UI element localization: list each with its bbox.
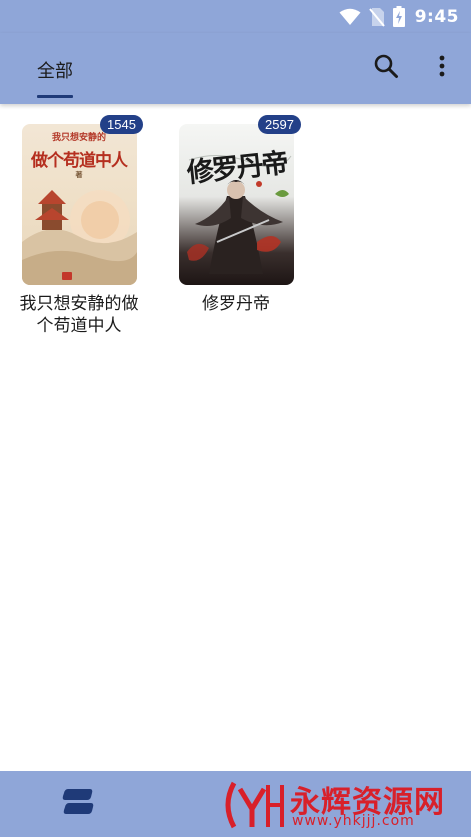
bookshelf-screen: 9:45 全部 我只想安静的 做个苟道中人 著 1545 我只想安静的做个苟道中… xyxy=(0,0,471,837)
watermark-logo xyxy=(222,777,286,837)
watermark-url: www.yhkjjj.com xyxy=(292,813,415,829)
tab-indicator xyxy=(37,95,73,98)
more-vert-icon xyxy=(438,54,446,82)
tab-all[interactable]: 全部 xyxy=(37,57,73,83)
cover-art xyxy=(21,190,137,285)
book-title: 修罗丹帝 xyxy=(202,294,270,314)
unread-count-badge: 2597 xyxy=(258,115,301,134)
book-cover: 我只想安静的 做个苟道中人 著 xyxy=(21,124,137,285)
book-item[interactable]: 我只想安静的 做个苟道中人 著 1545 我只想安静的做个苟道中人 xyxy=(14,115,144,337)
bottom-bar: 永辉资源网 www.yhkjjj.com xyxy=(0,771,471,837)
wifi-icon xyxy=(339,8,361,26)
no-sim-icon xyxy=(368,7,385,27)
book-title: 我只想安静的做个苟道中人 xyxy=(19,294,139,336)
search-icon xyxy=(373,53,399,83)
more-options-button[interactable] xyxy=(424,50,460,86)
bookshelf-nav-button[interactable] xyxy=(56,786,100,822)
book-cover: 修罗丹帝 xyxy=(178,124,294,285)
bookshelf-nav-icon xyxy=(62,787,94,821)
status-time: 9:45 xyxy=(414,6,459,27)
battery-charging-icon xyxy=(392,6,405,27)
status-bar: 9:45 xyxy=(0,0,471,33)
unread-count-badge: 1545 xyxy=(100,115,143,134)
search-button[interactable] xyxy=(368,50,404,86)
top-toolbar: 全部 xyxy=(0,33,471,104)
book-item[interactable]: 修罗丹帝 2597 修罗丹帝 xyxy=(171,115,301,315)
